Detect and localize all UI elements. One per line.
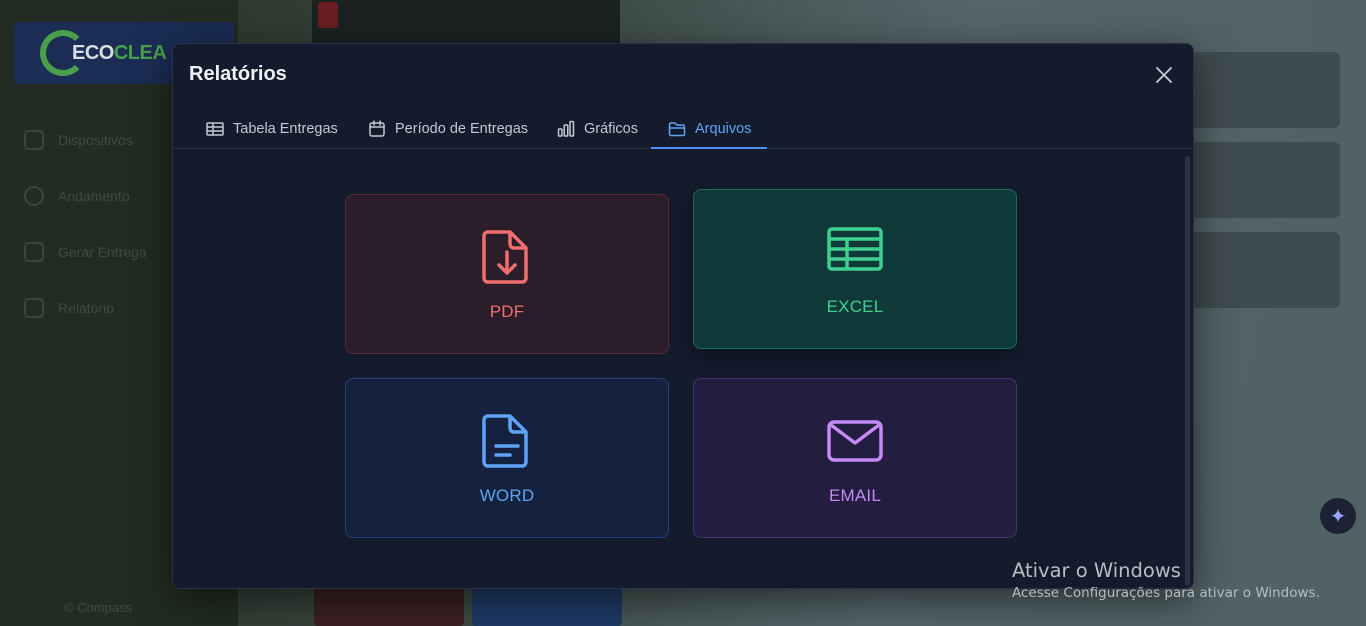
export-label: EMAIL [828,486,882,505]
table-icon [206,122,224,136]
windows-watermark-title: Ativar o Windows [1012,559,1181,582]
folder-icon [668,122,686,137]
background-panel [312,0,620,44]
export-pdf-button[interactable]: PDF [345,194,669,354]
spreadsheet-icon [827,227,883,271]
bg-nav-item: Andamento [24,184,130,208]
tab-label: Gráficos [584,121,638,137]
file-download-icon [482,230,528,284]
tab-arquivos[interactable]: Arquivos [651,110,768,149]
export-word-button[interactable]: WORD [345,378,669,538]
calendar-icon [369,120,385,137]
bg-nav-item: Gerar Entrega [24,240,147,264]
export-excel-button[interactable]: EXCEL [693,189,1017,349]
sparkle-icon[interactable]: ✦ [1320,498,1356,534]
tab-label: Arquivos [695,121,752,137]
export-label: WORD [479,486,535,505]
tab-bar: Tabela Entregas Período de Entregas Gráf… [173,110,1193,149]
bg-nav-item: Dispositivos [24,128,133,152]
modal-title: Relatórios [189,63,287,85]
export-label: EXCEL [826,297,884,316]
envelope-icon [827,420,883,462]
background-button [472,588,622,626]
close-icon[interactable] [1153,64,1175,86]
reports-modal: Relatórios Tabela Entregas Período de En… [172,43,1194,589]
export-email-button[interactable]: EMAIL [693,378,1017,538]
tab-label: Período de Entregas [395,121,529,137]
scrollbar[interactable] [1185,156,1190,586]
bg-nav-item: Relatório [24,296,114,320]
background-button [314,588,464,626]
tab-graficos[interactable]: Gráficos [540,110,654,148]
export-label: PDF [489,302,525,321]
bg-footer: © Compass [64,600,133,615]
bar-chart-icon [557,120,575,137]
tab-tabela-entregas[interactable]: Tabela Entregas [189,110,354,148]
windows-watermark-text: Acesse Configurações para ativar o Windo… [1012,585,1320,601]
tab-periodo-entregas[interactable]: Período de Entregas [351,110,544,148]
document-text-icon [482,414,528,468]
tab-label: Tabela Entregas [233,121,338,137]
